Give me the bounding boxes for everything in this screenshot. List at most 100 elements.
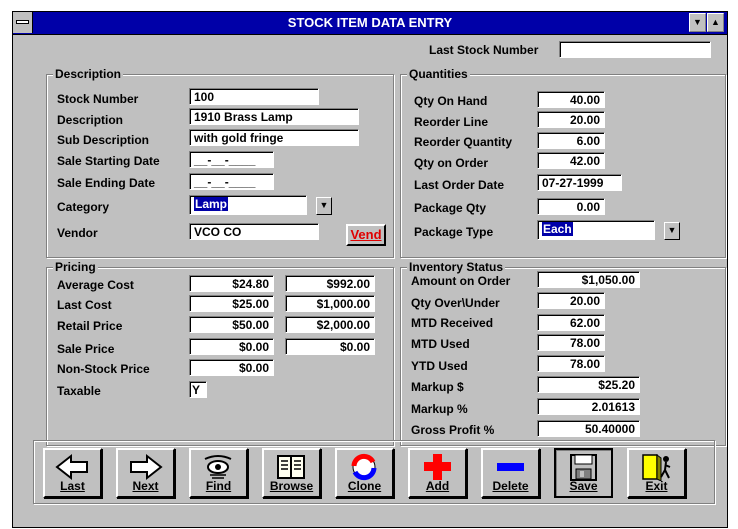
exit-door-icon bbox=[642, 454, 671, 481]
eye-icon bbox=[204, 455, 232, 479]
sale-ending-date-field[interactable]: __-__-____ bbox=[189, 173, 274, 190]
retail-price-total-field[interactable]: $2,000.00 bbox=[285, 316, 375, 333]
mtd-used-field[interactable]: 78.00 bbox=[537, 334, 605, 351]
category-select[interactable]: Lamp bbox=[189, 195, 307, 215]
amount-on-order-field[interactable]: $1,050.00 bbox=[537, 271, 640, 288]
pricing-group: Pricing bbox=[46, 260, 394, 446]
qty-over-under-field[interactable]: 20.00 bbox=[537, 292, 605, 309]
minimize-button[interactable]: ▼ bbox=[689, 13, 706, 32]
window-title: STOCK ITEM DATA ENTRY bbox=[287, 15, 453, 30]
stock-number-field[interactable]: 100 bbox=[189, 88, 319, 105]
average-cost-field[interactable]: $24.80 bbox=[189, 275, 274, 292]
clone-button[interactable]: Clone bbox=[335, 448, 394, 498]
last-cost-label: Last Cost bbox=[57, 298, 112, 312]
non-stock-price-label: Non-Stock Price bbox=[57, 362, 150, 376]
retail-price-field[interactable]: $50.00 bbox=[189, 316, 274, 333]
sub-description-label: Sub Description bbox=[57, 133, 150, 147]
delete-button-label: Delete bbox=[492, 479, 529, 493]
delete-button[interactable]: Delete bbox=[481, 448, 540, 498]
book-icon bbox=[277, 455, 305, 479]
inventory-status-group-title: Inventory Status bbox=[407, 260, 506, 274]
category-value: Lamp bbox=[194, 197, 229, 211]
find-button-label: Find bbox=[205, 479, 232, 493]
browse-button[interactable]: Browse bbox=[262, 448, 321, 498]
category-dropdown-button[interactable]: ▼ bbox=[316, 197, 332, 215]
sale-price-total-field[interactable]: $0.00 bbox=[285, 338, 375, 355]
pricing-group-title: Pricing bbox=[53, 260, 98, 274]
reorder-quantity-label: Reorder Quantity bbox=[414, 135, 513, 149]
last-button-label: Last bbox=[60, 479, 85, 493]
sale-ending-date-label: Sale Ending Date bbox=[57, 176, 156, 190]
sub-description-field[interactable]: with gold fringe bbox=[189, 129, 359, 146]
mtd-received-field[interactable]: 62.00 bbox=[537, 314, 605, 331]
find-button[interactable]: Find bbox=[189, 448, 248, 498]
sale-starting-date-field[interactable]: __-__-____ bbox=[189, 151, 274, 168]
markup-percent-label: Markup % bbox=[411, 402, 468, 416]
sale-price-field[interactable]: $0.00 bbox=[189, 338, 274, 355]
package-qty-label: Package Qty bbox=[414, 201, 487, 215]
dropdown-arrow-icon: ▼ bbox=[319, 200, 329, 210]
save-button[interactable]: Save bbox=[554, 448, 613, 498]
average-cost-label: Average Cost bbox=[57, 278, 134, 292]
package-type-label: Package Type bbox=[414, 225, 494, 239]
mtd-received-label: MTD Received bbox=[411, 316, 494, 330]
package-type-value: Each bbox=[542, 222, 573, 236]
dropdown-arrow-icon: ▼ bbox=[667, 225, 677, 235]
clone-icon bbox=[351, 453, 377, 481]
add-button-label: Add bbox=[425, 479, 450, 493]
minus-icon bbox=[497, 463, 524, 471]
package-qty-field[interactable]: 0.00 bbox=[537, 198, 605, 215]
vendor-field[interactable]: VCO CO bbox=[189, 223, 319, 240]
last-cost-field[interactable]: $25.00 bbox=[189, 295, 274, 312]
description-field[interactable]: 1910 Brass Lamp bbox=[189, 108, 359, 125]
package-type-dropdown-button[interactable]: ▼ bbox=[664, 222, 680, 240]
vendor-label: Vendor bbox=[57, 226, 98, 240]
retail-price-label: Retail Price bbox=[57, 319, 123, 333]
qty-on-hand-field[interactable]: 40.00 bbox=[537, 91, 605, 108]
qty-on-order-field[interactable]: 42.00 bbox=[537, 152, 605, 169]
average-cost-total-field[interactable]: $992.00 bbox=[285, 275, 375, 292]
clone-button-label: Clone bbox=[347, 479, 382, 493]
last-order-date-field[interactable]: 07-27-1999 bbox=[537, 174, 622, 191]
non-stock-price-field[interactable]: $0.00 bbox=[189, 359, 274, 376]
sale-price-label: Sale Price bbox=[57, 342, 115, 356]
category-label: Category bbox=[57, 200, 110, 214]
action-toolbar: Last Next Find Browse Clone Add Delete S… bbox=[33, 440, 715, 504]
exit-button-label: Exit bbox=[645, 479, 668, 493]
last-button[interactable]: Last bbox=[43, 448, 102, 498]
ytd-used-label: YTD Used bbox=[411, 359, 468, 373]
browse-button-label: Browse bbox=[269, 479, 314, 493]
amount-on-order-label: Amount on Order bbox=[411, 274, 511, 288]
plus-icon bbox=[424, 454, 451, 480]
taxable-label: Taxable bbox=[57, 384, 101, 398]
markup-dollar-field[interactable]: $25.20 bbox=[537, 376, 640, 393]
quantities-group-title: Quantities bbox=[407, 67, 470, 81]
next-button-label: Next bbox=[132, 479, 159, 493]
reorder-quantity-field[interactable]: 6.00 bbox=[537, 132, 605, 149]
gross-profit-percent-field[interactable]: 50.40000 bbox=[537, 420, 640, 437]
arrow-left-icon bbox=[55, 453, 88, 481]
mtd-used-label: MTD Used bbox=[411, 337, 470, 351]
taxable-field[interactable]: Y bbox=[189, 381, 207, 398]
last-stock-number-label: Last Stock Number bbox=[429, 43, 539, 57]
ytd-used-field[interactable]: 78.00 bbox=[537, 355, 605, 372]
package-type-select[interactable]: Each bbox=[537, 220, 655, 240]
add-button[interactable]: Add bbox=[408, 448, 467, 498]
floppy-icon bbox=[570, 454, 597, 481]
exit-button[interactable]: Exit bbox=[627, 448, 686, 498]
markup-percent-field[interactable]: 2.01613 bbox=[537, 398, 640, 415]
vend-button[interactable]: Vend bbox=[346, 224, 386, 246]
markup-dollar-label: Markup $ bbox=[411, 380, 464, 394]
qty-on-order-label: Qty on Order bbox=[414, 156, 489, 170]
next-button[interactable]: Next bbox=[116, 448, 175, 498]
description-group-title: Description bbox=[53, 67, 124, 81]
stock-number-label: Stock Number bbox=[57, 92, 139, 106]
reorder-line-field[interactable]: 20.00 bbox=[537, 111, 605, 128]
sale-starting-date-label: Sale Starting Date bbox=[57, 154, 160, 168]
last-stock-number-field[interactable] bbox=[559, 41, 711, 58]
last-cost-total-field[interactable]: $1,000.00 bbox=[285, 295, 375, 312]
reorder-line-label: Reorder Line bbox=[414, 115, 489, 129]
last-order-date-label: Last Order Date bbox=[414, 178, 505, 192]
save-button-label: Save bbox=[569, 479, 598, 493]
maximize-button[interactable]: ▲ bbox=[707, 13, 724, 32]
